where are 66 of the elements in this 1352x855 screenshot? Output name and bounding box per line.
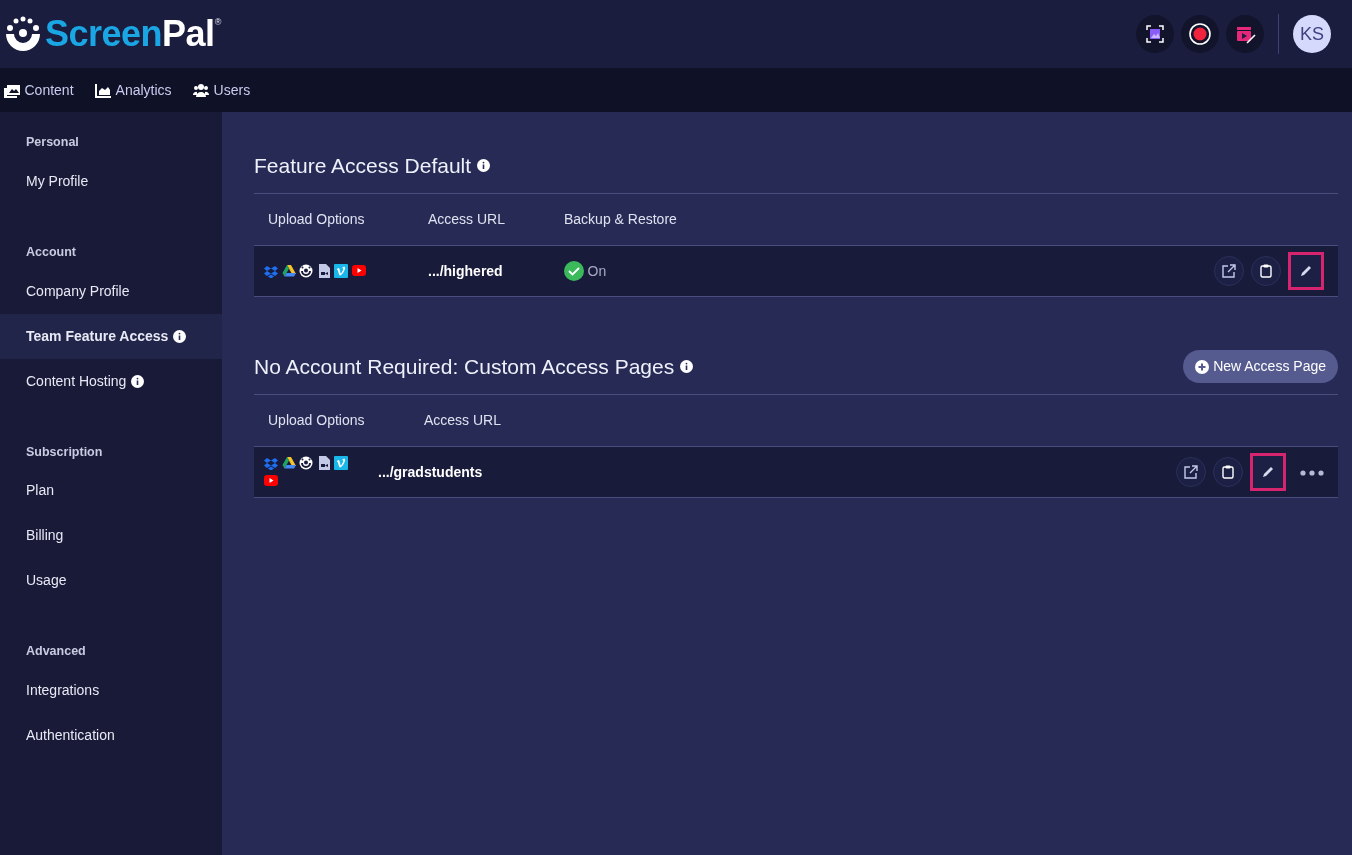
trademark-text: ® (214, 16, 222, 27)
smiley-logo-icon (3, 16, 42, 52)
plus-icon (1195, 359, 1210, 374)
sidebar-item[interactable]: Usage (0, 558, 222, 604)
smiley-icon (299, 264, 313, 278)
edit-button[interactable] (1288, 252, 1324, 290)
v-letter-icon (334, 264, 348, 278)
sidebar-heading: Personal (25, 134, 80, 151)
section-title: No Account Required: Custom Access Pages (254, 353, 675, 380)
sidebar-item[interactable]: Content Hosting (0, 358, 222, 404)
clipboard-icon (1222, 465, 1234, 479)
avatar[interactable]: KS (1293, 15, 1331, 53)
sidebar-item[interactable]: Authentication (0, 713, 222, 758)
edit-button[interactable] (1250, 453, 1286, 491)
info-icon (477, 159, 491, 172)
pencil-icon (1299, 264, 1313, 278)
open-link-button[interactable] (1176, 457, 1206, 487)
sidebar-item[interactable]: Company Profile (0, 268, 222, 314)
tool-button[interactable] (1136, 15, 1174, 53)
sidebar-heading: Subscription (25, 443, 104, 461)
open-link-button[interactable] (1214, 256, 1244, 286)
sidebar-item[interactable]: My Profile (0, 158, 222, 204)
column-header: Access URL (427, 210, 507, 229)
screenshot-icon (1144, 23, 1166, 45)
pencil-icon (1261, 465, 1275, 479)
video-file-icon (316, 264, 331, 278)
box-stack-icon (264, 264, 278, 278)
sidebar-heading: Account (25, 243, 77, 261)
info-icon (680, 360, 694, 373)
column-header: Upload Options (267, 210, 366, 229)
copy-button[interactable] (1213, 457, 1243, 487)
sidebar-item[interactable]: Team Feature Access (0, 313, 222, 359)
access-url-text: .../gradstudents (378, 463, 483, 480)
nav-link[interactable]: Users (192, 79, 251, 101)
video-file-icon (316, 456, 331, 471)
play-icon (351, 264, 366, 278)
smiley-icon (299, 456, 313, 471)
sidebar-heading: Advanced (25, 643, 87, 661)
play-icon (264, 473, 278, 488)
column-header: Upload Options (267, 411, 366, 430)
copy-button[interactable] (1251, 256, 1281, 286)
analytics-icon (94, 82, 112, 98)
triangle-icon (281, 264, 296, 278)
nav-link[interactable]: Content (3, 79, 74, 101)
column-header: Backup & Restore (563, 210, 678, 229)
content-icon (3, 82, 21, 98)
column-header: Access URL (423, 411, 503, 430)
clipboard-icon (1260, 264, 1272, 278)
v-letter-icon (334, 456, 348, 471)
tool-button[interactable] (1181, 15, 1219, 53)
sidebar-item[interactable]: Integrations (0, 668, 222, 713)
external-link-icon (1184, 465, 1198, 479)
nav-link[interactable]: Analytics (94, 79, 172, 101)
external-link-icon (1222, 264, 1236, 278)
users-icon (192, 82, 210, 98)
sidebar-item[interactable]: Plan (0, 468, 222, 514)
record-icon (1189, 23, 1211, 45)
section-title: Feature Access Default (254, 152, 472, 179)
box-stack-icon (264, 456, 278, 471)
triangle-icon (281, 456, 296, 471)
sidebar-item[interactable]: Billing (0, 513, 222, 559)
new-access-page-button[interactable]: New Access Page (1183, 350, 1338, 383)
more-icon[interactable] (1300, 469, 1324, 476)
access-url-text: .../highered (428, 262, 503, 279)
backup-status-text: On (587, 261, 607, 281)
logo-text: ScreenPal (45, 16, 215, 52)
